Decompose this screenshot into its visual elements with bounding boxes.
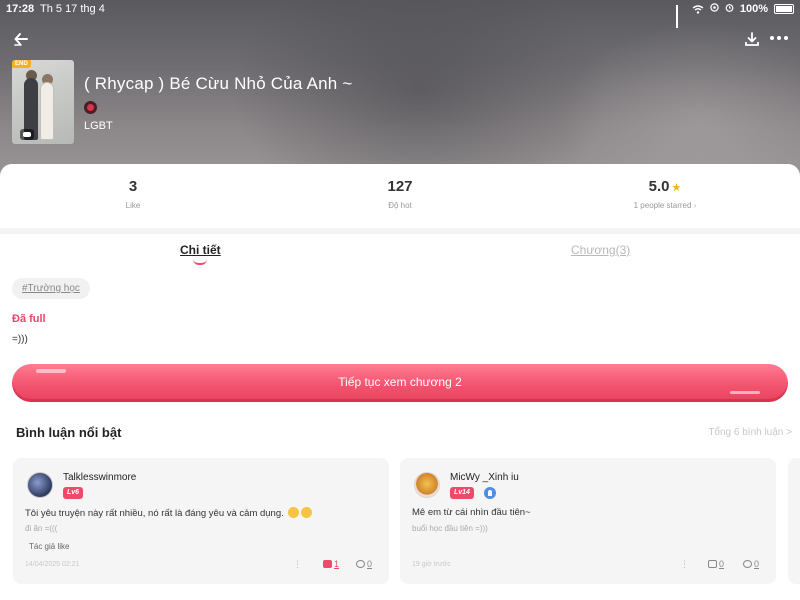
comment-text: Mê em từ cái nhìn đầu tiên~ xyxy=(412,507,531,518)
comment-card[interactable]: MicWy _Xinh iu Lv14 Mê em từ cái nhìn đầ… xyxy=(400,458,776,584)
completion-status: Đã full xyxy=(12,313,46,325)
more-options-icon[interactable] xyxy=(770,36,788,42)
end-badge: END xyxy=(12,60,31,68)
author-avatar[interactable] xyxy=(84,101,97,114)
signal-icon xyxy=(675,5,686,28)
chat-bubble-icon xyxy=(20,129,34,140)
back-arrow-icon[interactable] xyxy=(12,30,30,48)
emoji-icon xyxy=(288,507,300,518)
avatar[interactable] xyxy=(414,472,440,498)
status-icons: 100% xyxy=(675,3,794,28)
avatar[interactable] xyxy=(27,472,53,498)
rating-label: 1 people starred xyxy=(633,201,692,210)
comment-time: 14/04/2025 02:21 xyxy=(25,561,80,568)
star-icon: ★ xyxy=(671,182,682,194)
battery-percent: 100% xyxy=(739,3,768,15)
stat-hot: 127 Độ hot xyxy=(370,178,430,210)
level-badge: Lv6 xyxy=(63,487,84,499)
location-icon xyxy=(710,3,719,15)
genre-tag[interactable]: #Trường học xyxy=(12,278,90,299)
status-date: Th 5 17 thg 4 xyxy=(40,3,105,15)
like-count: 0 xyxy=(719,559,725,569)
likes-count: 3 xyxy=(128,178,138,195)
thumbs-up-icon xyxy=(323,560,332,568)
comment-time: 19 giờ trước xyxy=(412,561,451,568)
reply-count: 0 xyxy=(367,559,373,569)
wifi-icon xyxy=(692,4,704,14)
verified-badge-icon xyxy=(484,487,496,499)
hot-label: Độ hot xyxy=(388,201,412,210)
more-vertical-icon[interactable]: ⋮ xyxy=(293,559,302,570)
book-description: =))) xyxy=(12,334,28,345)
comment-text: Tôi yêu truyện này rất nhiều, nó rất là … xyxy=(25,507,313,519)
comment-username[interactable]: Talklesswinmore xyxy=(63,472,136,483)
emoji-icon xyxy=(301,507,313,518)
hot-count: 127 xyxy=(387,178,413,195)
reply-button[interactable]: 0 xyxy=(743,559,759,569)
featured-comments-title: Bình luận nổi bật xyxy=(16,425,122,440)
tab-detail[interactable]: Chi tiết xyxy=(180,243,221,257)
comment-bubble-icon xyxy=(356,560,365,568)
comment-bubble-icon xyxy=(743,560,752,568)
book-header: 17:28 Th 5 17 thg 4 100% END ( Rhycap ) xyxy=(0,0,800,182)
thumbs-up-icon xyxy=(708,560,717,568)
book-title: ( Rhycap ) Bé Cừu Nhỏ Của Anh ~ xyxy=(84,74,353,93)
like-button[interactable]: 1 xyxy=(323,559,339,569)
book-genre[interactable]: LGBT xyxy=(84,120,113,132)
stat-likes: 3 Like xyxy=(113,178,153,210)
book-cover[interactable]: END xyxy=(12,60,74,144)
comment-username[interactable]: MicWy _Xinh iu xyxy=(450,472,519,483)
status-time: 17:28 xyxy=(6,3,35,15)
tab-chapters[interactable]: Chương(3) xyxy=(571,243,630,257)
comment-card-partial[interactable] xyxy=(788,458,800,584)
total-comments-link[interactable]: Tổng 6 bình luận > xyxy=(708,427,792,438)
author-like-label: Tác giả like xyxy=(29,542,70,551)
like-button[interactable]: 0 xyxy=(708,559,724,569)
likes-label: Like xyxy=(125,201,141,210)
alarm-icon xyxy=(725,3,734,15)
battery-icon xyxy=(774,4,794,14)
active-tab-indicator xyxy=(193,259,207,265)
like-count: 1 xyxy=(334,559,340,569)
stats-panel: 3 Like 127 Độ hot 5.0 ★ 1 people starred … xyxy=(0,164,800,228)
chevron-right-icon: › xyxy=(693,201,697,210)
download-icon[interactable] xyxy=(744,31,760,47)
status-bar: 17:28 Th 5 17 thg 4 100% xyxy=(0,0,800,28)
comment-reply: đi ăn =((( xyxy=(25,524,58,533)
rating-value: 5.0 xyxy=(648,178,670,195)
reply-count: 0 xyxy=(754,559,760,569)
more-vertical-icon[interactable]: ⋮ xyxy=(680,559,689,570)
continue-reading-label: Tiếp tục xem chương 2 xyxy=(338,375,462,389)
stat-rating[interactable]: 5.0 ★ 1 people starred › xyxy=(610,178,720,210)
level-badge: Lv14 xyxy=(450,487,474,499)
comment-card[interactable]: Talklesswinmore Lv6 Tôi yêu truyện này r… xyxy=(13,458,389,584)
comment-reply: buổi học đầu tiên =))) xyxy=(412,524,488,533)
reply-button[interactable]: 0 xyxy=(356,559,372,569)
continue-reading-button[interactable]: Tiếp tục xem chương 2 xyxy=(12,364,788,402)
section-divider xyxy=(0,228,800,234)
